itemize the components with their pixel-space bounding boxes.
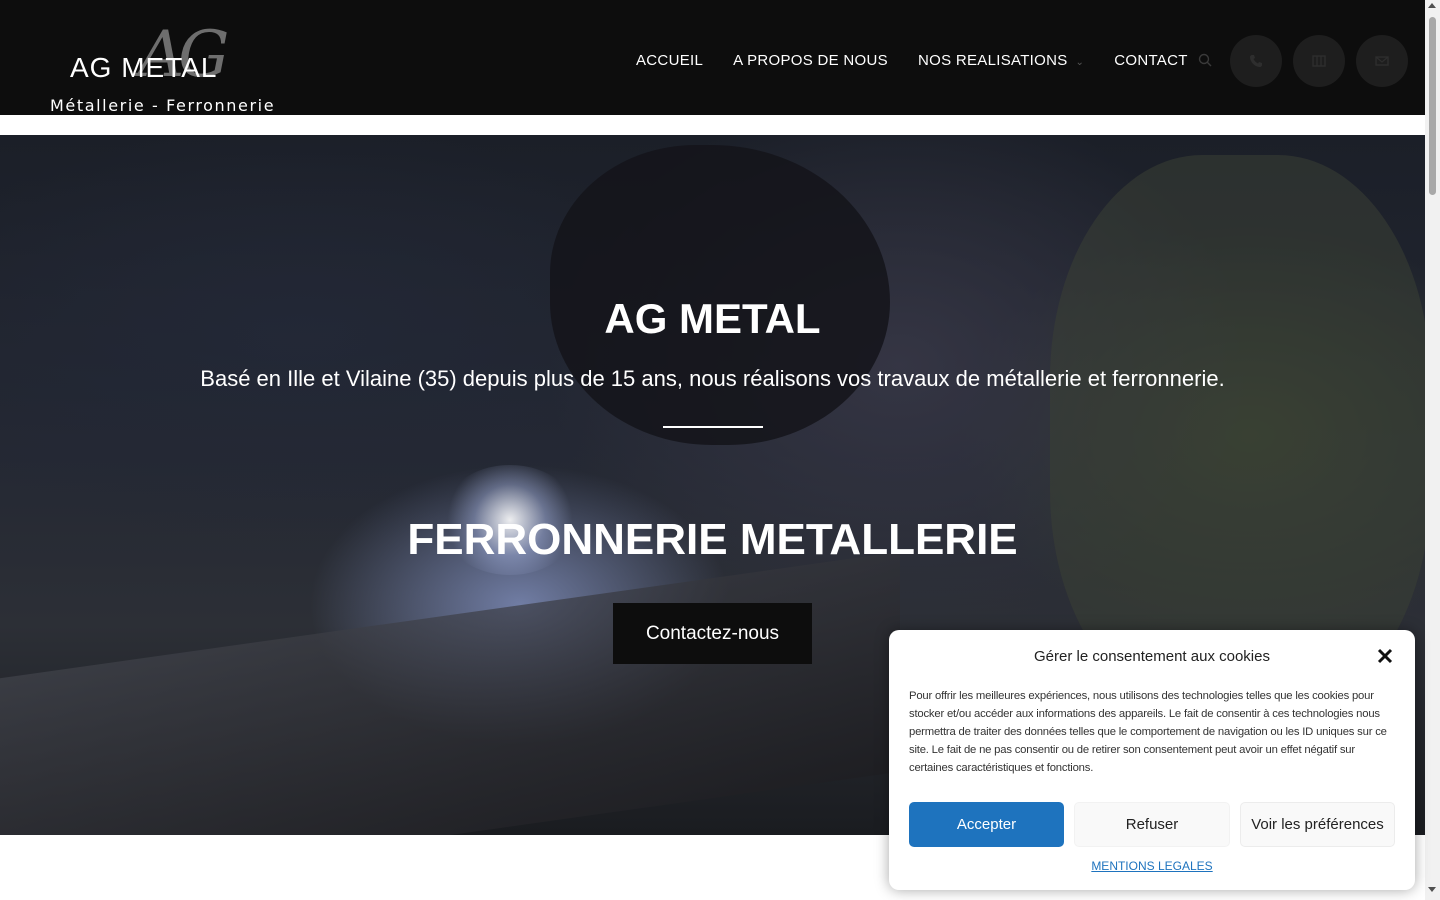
site-header: AG AG METAL Métallerie - Ferronnerie ACC… — [0, 0, 1425, 115]
scrollbar-thumb[interactable] — [1429, 17, 1436, 195]
phone-icon — [1250, 55, 1262, 67]
mail-icon — [1375, 56, 1389, 66]
nav-item-accueil[interactable]: ACCUEIL — [636, 52, 703, 69]
map-button[interactable] — [1293, 35, 1345, 87]
site-logo[interactable]: AG AG METAL Métallerie - Ferronnerie — [50, 18, 290, 115]
close-icon[interactable] — [1376, 647, 1394, 665]
nav-item-realisations[interactable]: NOS REALISATIONS ⌄ — [918, 52, 1084, 69]
hero-title: AG METAL — [604, 295, 821, 342]
cookie-dialog-body: Pour offrir les meilleures expériences, … — [909, 690, 1387, 774]
header-spacer — [0, 115, 1425, 135]
contact-cta-button[interactable]: Contactez-nous — [613, 603, 812, 664]
mail-button[interactable] — [1356, 35, 1408, 87]
scroll-down-arrow-icon[interactable] — [1428, 887, 1436, 892]
chevron-down-icon: ⌄ — [1075, 57, 1085, 68]
main-nav: ACCUEIL A PROPOS DE NOUS NOS REALISATION… — [636, 52, 1218, 69]
cookie-consent-dialog: Gérer le consentement aux cookies Pour o… — [889, 630, 1415, 890]
hero-bg-shape — [0, 551, 900, 835]
cookie-dialog-title: Gérer le consentement aux cookies — [1034, 648, 1270, 665]
nav-item-realisations-label: NOS REALISATIONS — [917, 52, 1068, 69]
hero-heading: FERRONNERIE METALLERIE — [407, 515, 1018, 564]
hero-divider — [663, 426, 763, 428]
phone-button[interactable] — [1230, 35, 1282, 87]
cookie-preferences-button[interactable]: Voir les préférences — [1240, 802, 1395, 847]
logo-tagline: Métallerie - Ferronnerie — [50, 96, 276, 115]
legal-notice-link[interactable]: MENTIONS LEGALES — [889, 859, 1415, 873]
nav-item-contact[interactable]: CONTACT — [1114, 52, 1187, 69]
nav-item-a-propos[interactable]: A PROPOS DE NOUS — [733, 52, 888, 69]
map-icon — [1312, 55, 1326, 67]
deny-cookies-button[interactable]: Refuser — [1074, 802, 1230, 847]
hero-subtitle: Basé en Ille et Vilaine (35) depuis plus… — [200, 366, 1225, 391]
search-icon[interactable] — [1198, 53, 1212, 67]
scroll-up-arrow-icon[interactable] — [1428, 3, 1436, 8]
accept-cookies-button[interactable]: Accepter — [909, 802, 1064, 847]
scrollbar[interactable] — [1425, 0, 1440, 900]
logo-wordmark: AG METAL — [70, 52, 218, 83]
